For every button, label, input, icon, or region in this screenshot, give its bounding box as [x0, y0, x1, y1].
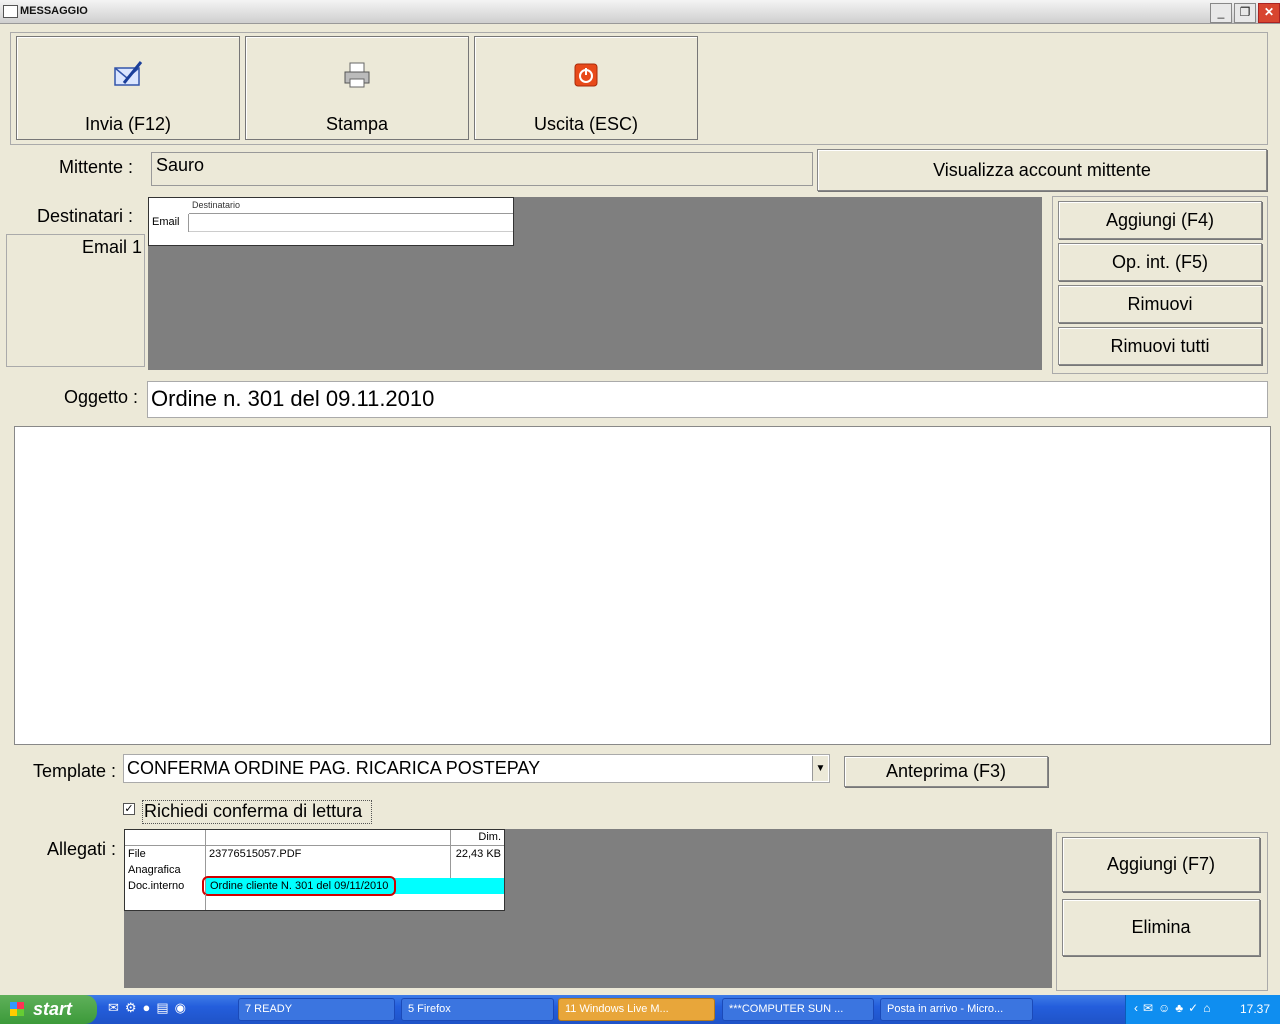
remove-recipient-button[interactable]: Rimuovi [1058, 285, 1262, 323]
recipients-grid-header: Destinatario [189, 198, 513, 214]
recipients-actions: Aggiungi (F4) Op. int. (F5) Rimuovi Rimu… [1052, 196, 1268, 374]
envelope-icon [3, 5, 18, 18]
recipients-label: Destinatari : [36, 206, 133, 226]
preview-button[interactable]: Anteprima (F3) [844, 756, 1048, 787]
recipients-panel: Destinatario Email [148, 197, 1042, 370]
attachment-type-cell: Anagrafica [125, 862, 206, 878]
internal-operator-button[interactable]: Op. int. (F5) [1058, 243, 1262, 281]
attachment-type-cell: Doc.interno [125, 878, 206, 894]
attachment-size-cell: 22,43 KB [455, 848, 501, 860]
remove-all-recipients-button[interactable]: Rimuovi tutti [1058, 327, 1262, 365]
add-attachment-button[interactable]: Aggiungi (F7) [1062, 837, 1260, 892]
exit-button[interactable]: Uscita (ESC) [474, 36, 698, 140]
task-windows-live[interactable]: 11 Windows Live M... [558, 998, 715, 1021]
taskbar: start ✉⚙●▤◉ 7 READY 5 Firefox 11 Windows… [0, 995, 1280, 1024]
task-computer-sun[interactable]: ***COMPUTER SUN ... [722, 998, 874, 1021]
read-receipt-checkbox[interactable]: ✓ [123, 803, 135, 815]
print-button[interactable]: Stampa [245, 36, 469, 140]
windows-logo-icon [10, 1002, 24, 1016]
attachment-size-cell [451, 862, 504, 878]
read-receipt-label[interactable]: Richiedi conferma di lettura [142, 800, 372, 824]
power-icon [574, 63, 598, 87]
attachments-header-dim: Dim. [451, 830, 504, 846]
attachments-header-type [125, 830, 206, 846]
send-label: Invia (F12) [84, 114, 172, 134]
attachment-empty-row [125, 894, 206, 910]
recipients-grid-row-label: Email [149, 214, 189, 232]
message-window: Invia (F12) Stampa Uscita (ESC) Mittente… [0, 24, 1280, 995]
quick-launch-icons[interactable]: ✉⚙●▤◉ [108, 1000, 223, 1020]
printer-icon [344, 62, 370, 88]
attachment-name-cell: Ordine cliente N. 301 del 09/11/2010 [202, 876, 397, 896]
task-inbox[interactable]: Posta in arrivo - Micro... [880, 998, 1033, 1021]
recipients-grid[interactable]: Destinatario Email [148, 197, 514, 246]
attachments-header-name [206, 830, 451, 846]
recipient-list-item[interactable]: Email 1 [7, 237, 142, 258]
task-ready[interactable]: 7 READY [238, 998, 395, 1021]
template-selected-value: CONFERMA ORDINE PAG. RICARICA POSTEPAY [127, 758, 541, 778]
title-bar: MESSAGGIO _ ❐ ✕ [0, 0, 1280, 24]
attachments-panel: Dim. File 23776515057.PDF 22,43 KB Anagr… [124, 829, 1052, 988]
subject-label: Oggetto : [63, 387, 138, 407]
attachments-actions: Aggiungi (F7) Elimina [1056, 832, 1268, 991]
template-select[interactable]: CONFERMA ORDINE PAG. RICARICA POSTEPAY ▼ [123, 754, 830, 783]
attachment-highlighted-row[interactable]: Ordine cliente N. 301 del 09/11/2010 [202, 876, 504, 896]
window-title: MESSAGGIO [20, 5, 88, 17]
sender-field[interactable]: Sauro [151, 152, 813, 186]
print-label: Stampa [325, 114, 389, 134]
view-sender-account-button[interactable]: Visualizza account mittente [817, 149, 1267, 191]
sender-label: Mittente : [58, 157, 133, 177]
close-button[interactable]: ✕ [1258, 3, 1280, 23]
recipient-email-cell[interactable] [189, 214, 513, 232]
task-firefox[interactable]: 5 Firefox [401, 998, 554, 1021]
start-button[interactable]: start [0, 995, 97, 1024]
start-label: start [33, 999, 73, 1019]
attachment-name-cell[interactable]: 23776515057.PDF [206, 846, 451, 862]
send-mail-icon [114, 61, 143, 86]
dropdown-arrow-icon[interactable]: ▼ [812, 756, 828, 781]
maximize-button[interactable]: ❐ [1234, 3, 1256, 23]
system-tray: ‹✉☺♣✓⌂ 17.37 [1125, 995, 1280, 1024]
clock: 17.37 [1239, 1002, 1270, 1016]
tray-icons[interactable]: ‹✉☺♣✓⌂ [1134, 1001, 1215, 1015]
message-body-textarea[interactable] [14, 426, 1271, 745]
subject-input[interactable]: Ordine n. 301 del 09.11.2010 [147, 381, 1268, 418]
minimize-button[interactable]: _ [1210, 3, 1232, 23]
attachment-type-cell: File [125, 846, 206, 862]
send-button[interactable]: Invia (F12) [16, 36, 240, 140]
attachments-grid[interactable]: Dim. File 23776515057.PDF 22,43 KB Anagr… [124, 829, 505, 911]
add-recipient-button[interactable]: Aggiungi (F4) [1058, 201, 1262, 239]
delete-attachment-button[interactable]: Elimina [1062, 899, 1260, 956]
attachments-label: Allegati : [46, 839, 116, 859]
exit-label: Uscita (ESC) [533, 114, 638, 134]
template-label: Template : [32, 761, 116, 781]
recipients-list[interactable]: Email 1 [6, 234, 145, 367]
